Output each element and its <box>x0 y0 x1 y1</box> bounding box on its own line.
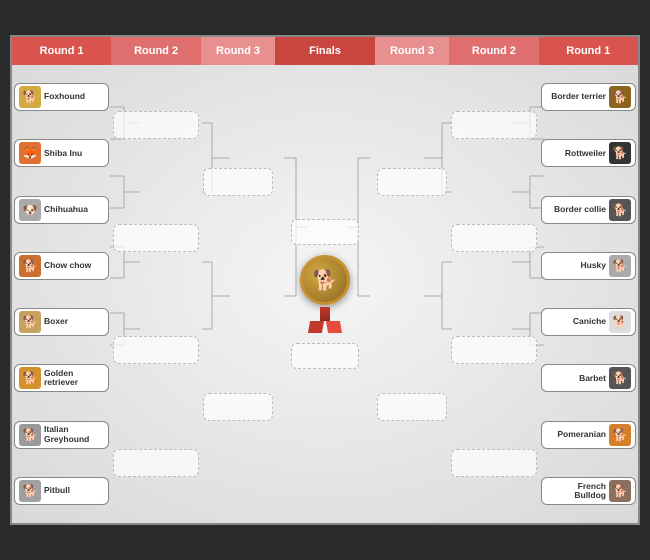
right-r1-french-bulldog[interactable]: 🐕 French Bulldog <box>541 477 636 505</box>
left-r2-slot3[interactable] <box>113 336 198 364</box>
shiba-icon: 🦊 <box>19 142 41 164</box>
left-r1-chihuahua[interactable]: 🐶 Chihuahua <box>14 196 109 224</box>
border-terrier-name: Border terrier <box>546 92 606 101</box>
barbet-name: Barbet <box>546 374 606 383</box>
pitbull-icon: 🐕 <box>19 480 41 502</box>
left-r1-pitbull[interactable]: 🐕 Pitbull <box>14 477 109 505</box>
pomeranian-icon: 🐕 <box>609 424 631 446</box>
medal-circle: 🐕 <box>300 255 350 305</box>
tournament-bracket: Round 1 Round 2 Round 3 Finals Round 3 R… <box>10 35 640 525</box>
french-bulldog-name: French Bulldog <box>546 482 606 501</box>
left-r2-slot1[interactable] <box>113 111 198 139</box>
husky-name: Husky <box>546 261 606 270</box>
header-round1-left: Round 1 <box>12 37 111 65</box>
header-round2-left: Round 2 <box>111 37 200 65</box>
boxer-icon: 🐕 <box>19 311 41 333</box>
finals-slot-bottom[interactable] <box>291 343 359 369</box>
french-bulldog-icon: 🐕 <box>609 480 631 502</box>
pitbull-name: Pitbull <box>44 486 70 495</box>
medal-ribbon-stem <box>320 307 330 321</box>
right-r1-caniche[interactable]: 🐕 Caniche <box>541 308 636 336</box>
header-round1-right: Round 1 <box>539 37 638 65</box>
right-r3-slot2[interactable] <box>377 393 448 421</box>
left-r1-italian[interactable]: 🐕 Italian Greyhound <box>14 421 109 449</box>
header-round3-right: Round 3 <box>375 37 450 65</box>
pomeranian-name: Pomeranian <box>546 430 606 439</box>
left-r1-boxer[interactable]: 🐕 Boxer <box>14 308 109 336</box>
right-round2 <box>449 65 538 523</box>
left-r2-slot4[interactable] <box>113 449 198 477</box>
right-r1-pomeranian[interactable]: 🐕 Pomeranian <box>541 421 636 449</box>
right-r1-border-terrier[interactable]: 🐕 Border terrier <box>541 83 636 111</box>
caniche-name: Caniche <box>546 317 606 326</box>
right-r1-border-collie[interactable]: 🐕 Border collie <box>541 196 636 224</box>
left-r3-slot1[interactable] <box>203 168 274 196</box>
medal-ribbons <box>309 321 341 333</box>
boxer-name: Boxer <box>44 317 68 326</box>
left-r3-slot2[interactable] <box>203 393 274 421</box>
foxhound-icon: 🐕 <box>19 86 41 108</box>
finals-col: 🐕 <box>275 65 374 523</box>
foxhound-name: Foxhound <box>44 92 85 101</box>
left-round1: 🐕 Foxhound 🦊 Shiba Inu 🐶 Chihuahua 🐕 Cho… <box>12 65 111 523</box>
barbet-icon: 🐕 <box>609 367 631 389</box>
right-r2-slot4[interactable] <box>451 449 536 477</box>
header-round2-right: Round 2 <box>449 37 538 65</box>
italian-name: Italian Greyhound <box>44 425 104 444</box>
left-r1-foxhound[interactable]: 🐕 Foxhound <box>14 83 109 111</box>
rottweiler-icon: 🐕 <box>609 142 631 164</box>
right-round3 <box>375 65 450 523</box>
medal-ribbon-left <box>308 321 324 333</box>
right-r1-barbet[interactable]: 🐕 Barbet <box>541 364 636 392</box>
left-r1-golden[interactable]: 🐕 Golden retriever <box>14 364 109 392</box>
chowchow-name: Chow chow <box>44 261 91 270</box>
left-r1-chowchow[interactable]: 🐕 Chow chow <box>14 252 109 280</box>
right-round1: 🐕 Border terrier 🐕 Rottweiler 🐕 Border c… <box>539 65 638 523</box>
husky-icon: 🐕 <box>609 255 631 277</box>
medal-ribbon-right <box>326 321 342 333</box>
left-r2-slot2[interactable] <box>113 224 198 252</box>
border-collie-name: Border collie <box>546 205 606 214</box>
header-finals: Finals <box>275 37 374 65</box>
right-r1-husky[interactable]: 🐕 Husky <box>541 252 636 280</box>
medal: 🐕 <box>300 255 350 333</box>
chowchow-icon: 🐕 <box>19 255 41 277</box>
golden-name: Golden retriever <box>44 369 104 388</box>
header-row: Round 1 Round 2 Round 3 Finals Round 3 R… <box>12 37 638 65</box>
chihuahua-icon: 🐶 <box>19 199 41 221</box>
border-collie-icon: 🐕 <box>609 199 631 221</box>
right-r2-slot1[interactable] <box>451 111 536 139</box>
rottweiler-name: Rottweiler <box>546 149 606 158</box>
golden-icon: 🐕 <box>19 367 41 389</box>
chihuahua-name: Chihuahua <box>44 205 88 214</box>
right-r2-slot2[interactable] <box>451 224 536 252</box>
caniche-icon: 🐕 <box>609 311 631 333</box>
italian-icon: 🐕 <box>19 424 41 446</box>
finals-slot-top[interactable] <box>291 219 359 245</box>
header-round3-left: Round 3 <box>201 37 276 65</box>
right-r2-slot3[interactable] <box>451 336 536 364</box>
left-round2 <box>111 65 200 523</box>
right-r1-rottweiler[interactable]: 🐕 Rottweiler <box>541 139 636 167</box>
left-round3 <box>201 65 276 523</box>
border-terrier-icon: 🐕 <box>609 86 631 108</box>
left-r1-shiba[interactable]: 🦊 Shiba Inu <box>14 139 109 167</box>
right-r3-slot1[interactable] <box>377 168 448 196</box>
shiba-name: Shiba Inu <box>44 149 82 158</box>
